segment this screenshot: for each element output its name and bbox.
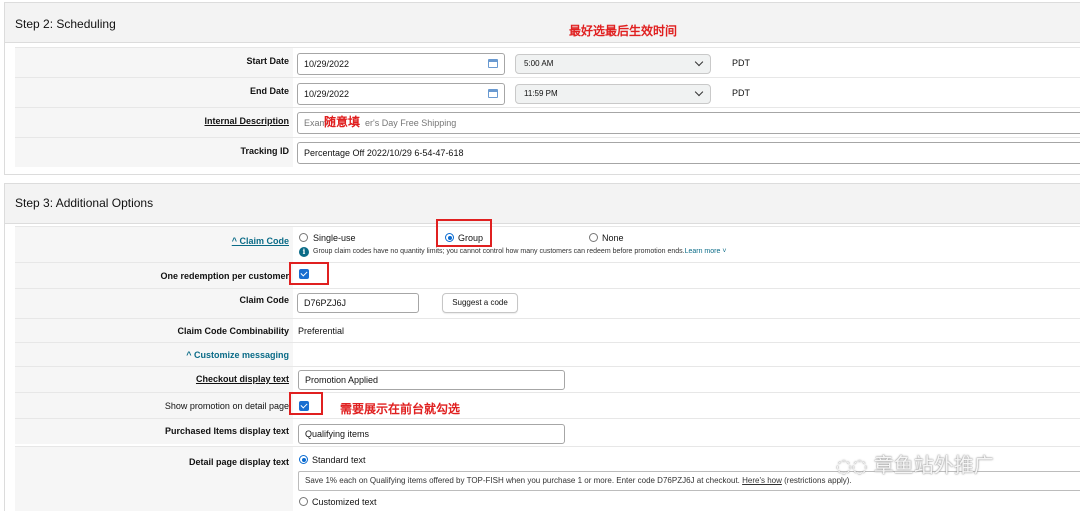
claim-code-note: Group claim codes have no quantity limit… [313, 248, 727, 255]
purchased-items-row: Purchased Items display text Qualifying … [15, 418, 1080, 444]
info-icon: i [299, 247, 309, 257]
one-redemption-row: One redemption per customer [15, 262, 1080, 288]
tracking-id-label: Tracking ID [240, 146, 289, 156]
one-redemption-label: One redemption per customer [160, 271, 289, 281]
combinability-label: Claim Code Combinability [177, 326, 289, 336]
calendar-icon[interactable] [488, 89, 498, 98]
internal-description-input[interactable]: Exam er's Day Free Shipping [297, 112, 1080, 134]
annotation-fill-anything: 随意填 [324, 115, 361, 129]
start-date-input[interactable]: 10/29/2022 [297, 53, 505, 75]
claim-code-input[interactable]: D76PZJ6J [297, 293, 419, 313]
start-time-select[interactable]: 5:00 AM [515, 54, 711, 74]
start-timezone: PDT [732, 58, 750, 68]
wechat-icon: ◌◌ [836, 456, 868, 477]
chevron-down-icon [694, 57, 704, 67]
customize-messaging-toggle[interactable]: ^ Customize messaging [186, 350, 289, 360]
combinability-row: Claim Code Combinability Preferential [15, 318, 1080, 342]
customize-messaging-row: ^ Customize messaging [15, 342, 1080, 366]
annotation-last-effective-time: 最好选最后生效时间 [569, 24, 678, 38]
radio-standard-text[interactable] [299, 455, 308, 464]
checkout-display-label: Checkout display text [195, 374, 289, 384]
claim-code-value-row: Claim Code D76PZJ6J Suggest a code [15, 288, 1080, 318]
detail-page-display-label: Detail page display text [188, 457, 289, 467]
annotation-show-on-frontend: 需要展示在前台就勾选 [340, 402, 461, 416]
watermark: ◌◌ 章鱼站外推广 [836, 453, 994, 477]
calendar-icon[interactable] [488, 59, 498, 68]
radio-none-label: None [602, 233, 624, 243]
checkout-display-row: Checkout display text Promotion Applied [15, 366, 1080, 392]
radio-none[interactable] [589, 233, 598, 242]
show-promotion-row: Show promotion on detail page [15, 392, 1080, 418]
claim-code-toggle[interactable]: ^ Claim Code [232, 236, 289, 246]
end-date-row: End Date 10/29/2022 11:59 PM PDT [15, 77, 1080, 107]
start-date-label: Start Date [246, 56, 289, 66]
step3-header: Step 3: Additional Options [5, 184, 1080, 224]
highlight-show-promotion [289, 392, 323, 415]
highlight-group-radio [436, 219, 492, 247]
end-date-label: End Date [249, 86, 289, 96]
end-date-input[interactable]: 10/29/2022 [297, 83, 505, 105]
show-promotion-label: Show promotion on detail page [164, 401, 289, 411]
step3-title: Step 3: Additional Options [15, 196, 154, 210]
purchased-items-label: Purchased Items display text [164, 426, 289, 436]
step2-title: Step 2: Scheduling [15, 17, 116, 31]
radio-customized-text[interactable] [299, 497, 308, 506]
heres-how-link[interactable]: Here's how [742, 476, 782, 485]
internal-description-label: Internal Description [204, 116, 289, 126]
step2-header: Step 2: Scheduling [5, 3, 1080, 43]
internal-description-row: Internal Description Exam er's Day Free S… [15, 107, 1080, 137]
end-time-select[interactable]: 11:59 PM [515, 84, 711, 104]
claim-code-value-label: Claim Code [239, 295, 289, 305]
claim-code-row: ^ Claim Code Single-use Group None i Gro… [15, 226, 1080, 262]
start-date-row: Start Date 10/29/2022 5:00 AM PDT [15, 47, 1080, 77]
end-timezone: PDT [732, 88, 750, 98]
highlight-one-redemption [289, 262, 329, 285]
step2-section: Step 2: Scheduling Start Date 10/29/2022… [4, 2, 1080, 175]
learn-more-link[interactable]: Learn more ˅ [685, 248, 727, 255]
purchased-items-input[interactable]: Qualifying items [298, 424, 565, 444]
tracking-id-input[interactable]: Percentage Off 2022/10/29 6-54-47-618 [297, 142, 1080, 164]
combinability-value: Preferential [298, 326, 345, 336]
tracking-id-row: Tracking ID Percentage Off 2022/10/29 6-… [15, 137, 1080, 167]
checkout-display-input[interactable]: Promotion Applied [298, 370, 565, 390]
radio-customized-text-label: Customized text [312, 497, 377, 507]
radio-standard-text-label: Standard text [312, 455, 366, 465]
radio-single-use[interactable] [299, 233, 308, 242]
chevron-down-icon [694, 87, 704, 97]
radio-single-use-label: Single-use [313, 233, 356, 243]
suggest-code-button[interactable]: Suggest a code [442, 293, 518, 313]
